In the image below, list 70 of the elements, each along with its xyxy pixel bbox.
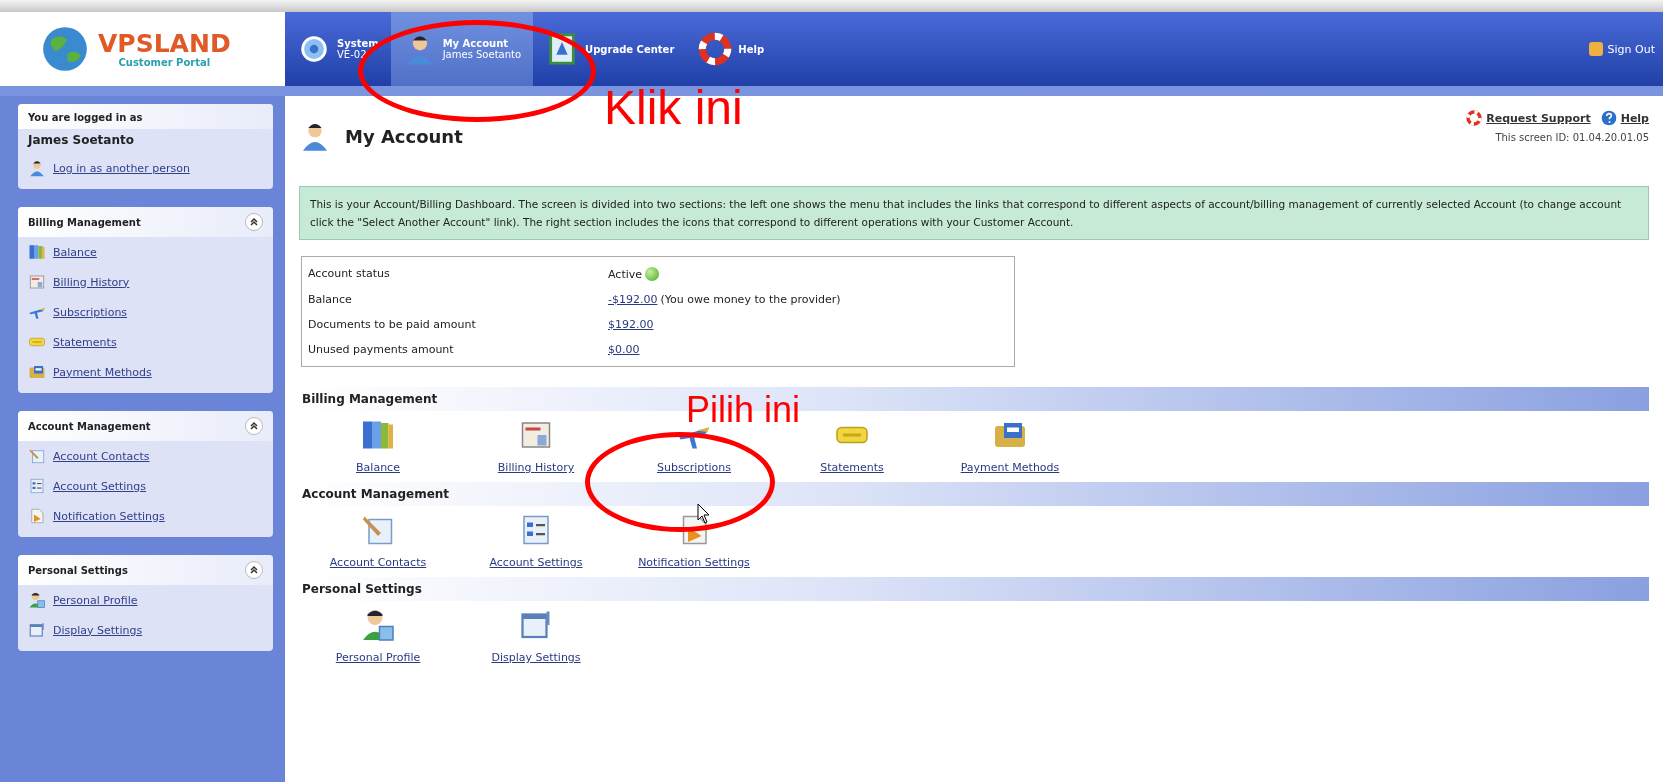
list-icon <box>28 477 46 495</box>
login-link[interactable]: Log in as another person <box>18 153 273 183</box>
page-title: My Account <box>345 125 463 147</box>
sidebar-link[interactable]: Account Settings <box>18 471 273 501</box>
field-label: Balance <box>307 292 353 308</box>
double-chevron-up-icon <box>248 564 260 576</box>
collapse-button[interactable] <box>245 561 263 579</box>
status-text: Active <box>608 267 643 281</box>
amount-link[interactable]: $192.00 <box>608 318 654 331</box>
status-icon <box>645 267 660 281</box>
help-icon <box>1600 110 1617 126</box>
info-message: This is your Account/Billing Dashboard. The screen is divided into two sections: the left one shows the menu that includes the links that correspond to different aspects of account/billing management of currently selected Account (to change account click the "Select Another Account" link). The right section includes the icons that correspond to different operations with your Customer Account. <box>299 186 1649 240</box>
amount-link[interactable]: -$192.00 <box>608 293 658 306</box>
amount-link[interactable]: $0.00 <box>608 343 640 356</box>
sign-out-link[interactable]: Sign Out <box>1580 12 1663 86</box>
dashboard-link[interactable]: Personal Profile <box>299 607 457 664</box>
person-icon <box>360 607 396 643</box>
logo-subtitle: Customer Portal <box>117 56 212 68</box>
panel-title: Personal Settings <box>28 564 128 576</box>
double-chevron-up-icon <box>248 420 260 432</box>
book-icon <box>28 243 46 261</box>
collapse-button[interactable] <box>245 213 263 231</box>
sidebar-link[interactable]: Billing History <box>18 267 273 297</box>
collapse-button[interactable] <box>245 417 263 435</box>
request-support-link[interactable]: Request Support <box>1466 110 1591 126</box>
lifebuoy-icon <box>698 32 733 66</box>
panel-title: Billing Management <box>28 216 141 228</box>
screen-id: This screen ID: 01.04.20.01.05 <box>1495 132 1649 143</box>
logo-name: VPSLAND <box>98 30 231 57</box>
globe-icon <box>42 26 88 72</box>
sidebar-link[interactable]: Payment Methods <box>18 357 273 387</box>
window-icon <box>28 621 46 639</box>
sidebar-link[interactable]: Account Contacts <box>18 441 273 471</box>
sidebar-link[interactable]: Notification Settings <box>18 501 273 531</box>
amount-note: (You owe money to the provider) <box>660 293 841 306</box>
dashboard-link[interactable]: Display Settings <box>457 607 615 664</box>
sidebar-link[interactable]: Balance <box>18 237 273 267</box>
person-icon <box>28 591 46 609</box>
panel-heading: You are logged in as <box>18 104 273 129</box>
dashboard-link[interactable]: Billing History <box>457 417 615 474</box>
panel-title: Account Management <box>28 420 151 432</box>
dashboard-link[interactable]: Payment Methods <box>931 417 1089 474</box>
nav-tab[interactable]: System VE-02 <box>285 12 391 86</box>
field-label: Account status <box>307 266 391 282</box>
person-icon <box>28 159 46 177</box>
dashboard-link[interactable]: Account Contacts <box>299 512 457 569</box>
dashboard-link[interactable]: Notification Settings <box>615 512 773 569</box>
lifebuoy-icon <box>1466 110 1483 126</box>
section-header: Account Management <box>299 482 1649 506</box>
contact-card-icon <box>28 447 46 465</box>
help-link[interactable]: Help <box>1600 110 1649 126</box>
field-label: Documents to be paid amount <box>307 317 477 333</box>
sidebar-link[interactable]: Statements <box>18 327 273 357</box>
mouse-cursor-icon <box>697 503 711 525</box>
sidebar-link[interactable]: Subscriptions <box>18 297 273 327</box>
dashboard-link[interactable]: Balance <box>299 417 457 474</box>
document-icon <box>28 507 46 525</box>
nav-tab[interactable]: Upgrade Center <box>533 12 687 86</box>
double-chevron-up-icon <box>248 216 260 228</box>
dashboard-link[interactable]: Account Settings <box>457 512 615 569</box>
user-name: James Soetanto <box>26 132 135 149</box>
sidebar-link[interactable]: Display Settings <box>18 615 273 645</box>
field-label: Unused payments amount <box>307 342 455 358</box>
nav-tab[interactable]: Help <box>686 12 777 86</box>
sidebar-link[interactable]: Personal Profile <box>18 585 273 615</box>
wallet-icon <box>28 363 46 381</box>
annotation-text: Pilih ini <box>686 392 801 428</box>
annotation-text: Klik ini <box>604 84 743 132</box>
document-icon <box>28 273 46 291</box>
nav-tab[interactable]: My Account James Soetanto <box>390 12 534 86</box>
